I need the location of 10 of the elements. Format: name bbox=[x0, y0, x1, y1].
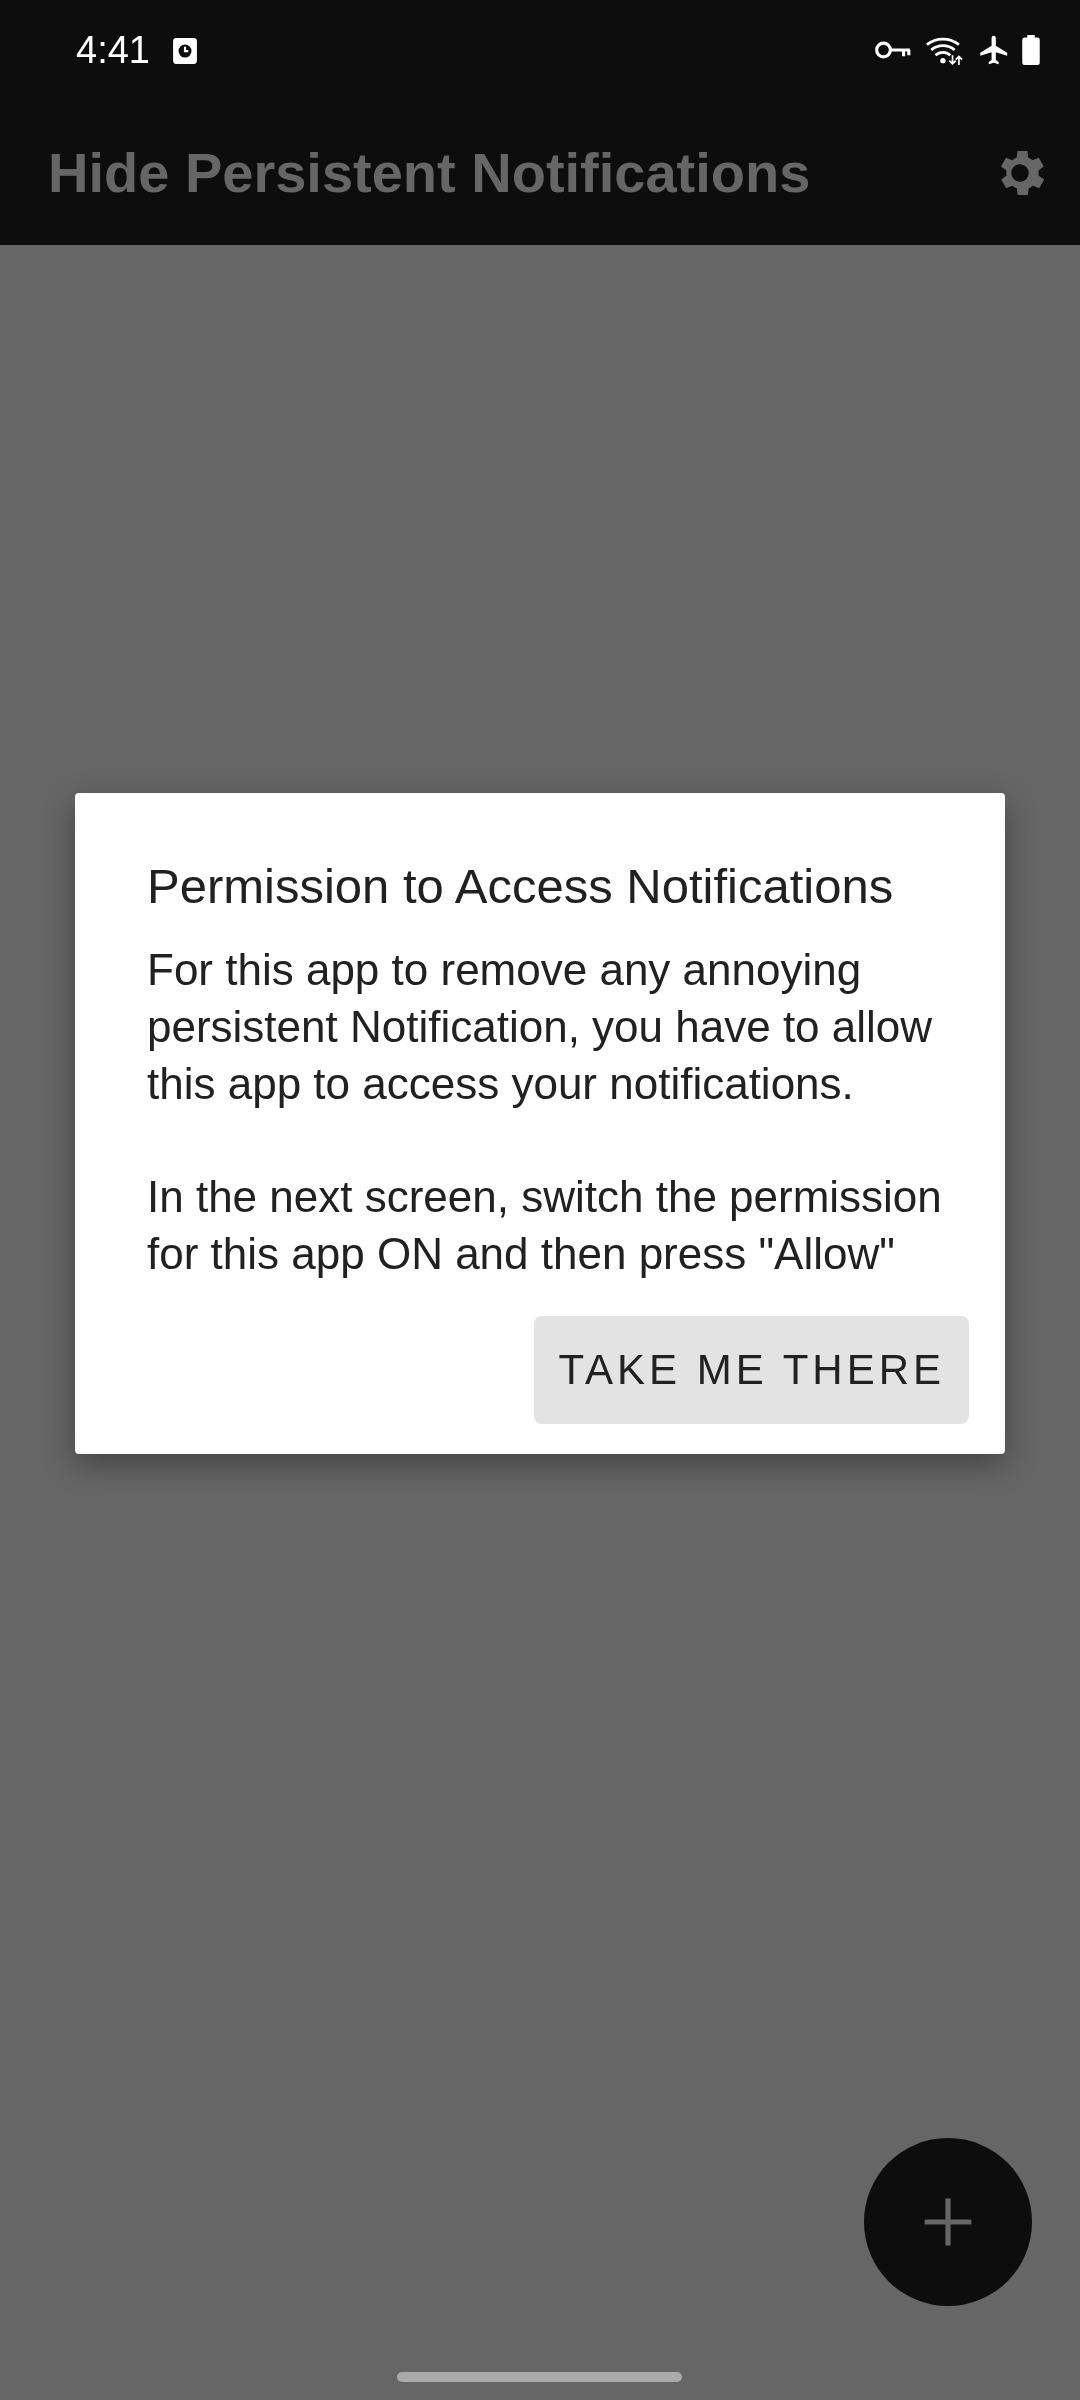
key-icon bbox=[874, 39, 912, 61]
dialog-message: In the next screen, switch the permission for this app ON and then press "Allow" bbox=[147, 1171, 943, 1280]
dialog-message: For this app to remove any annoying persistent Notification, you have to allow this app to access your notifications. bbox=[147, 944, 934, 1110]
dialog-title: Permission to Access Notifications bbox=[147, 858, 895, 915]
clock-app-icon bbox=[171, 36, 198, 64]
plus-icon bbox=[922, 2196, 974, 2248]
app-title: Hide Persistent Notifications bbox=[48, 140, 811, 205]
battery-icon bbox=[1022, 35, 1040, 65]
status-time: 4:41 bbox=[76, 28, 150, 72]
take-me-there-button[interactable]: TAKE ME THERE bbox=[534, 1316, 969, 1424]
